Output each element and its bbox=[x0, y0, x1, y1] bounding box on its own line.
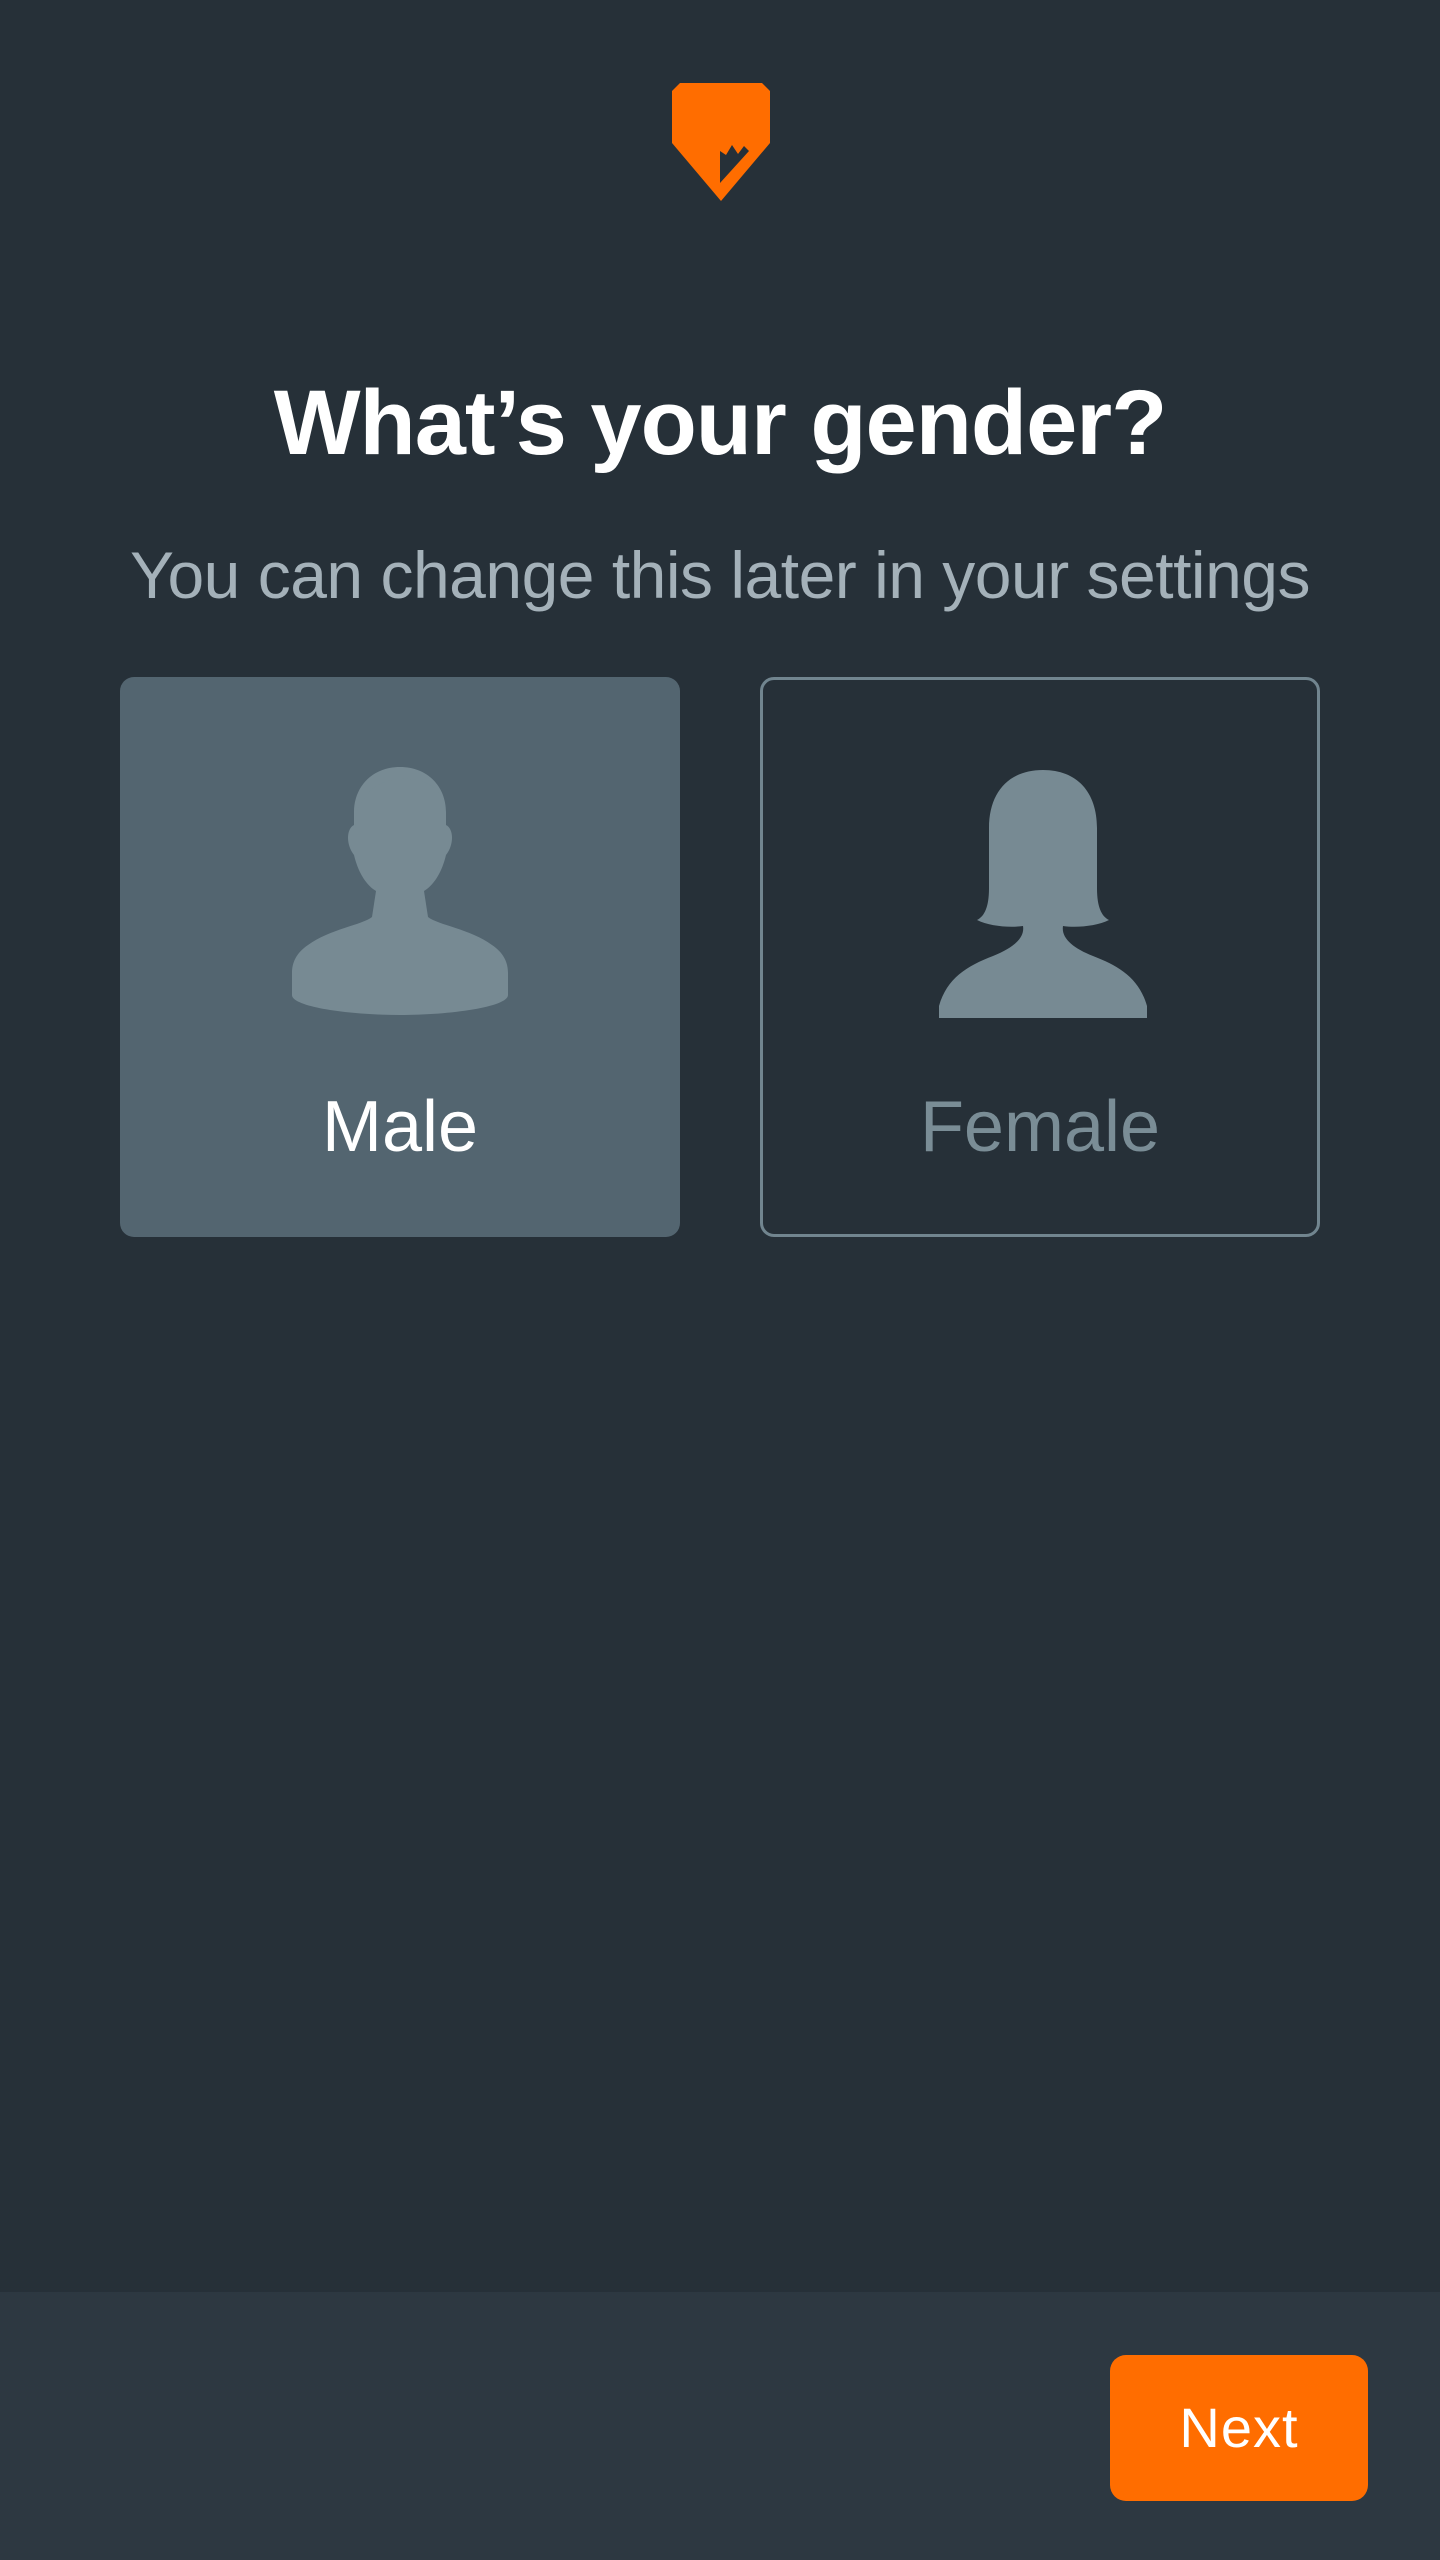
app-logo-icon bbox=[672, 83, 770, 201]
page-subtitle: You can change this later in your settin… bbox=[130, 538, 1311, 612]
male-avatar-icon bbox=[292, 767, 508, 1015]
gender-option-female[interactable]: Female bbox=[760, 677, 1320, 1237]
footer-bar: Next bbox=[0, 2292, 1440, 2560]
gender-option-male-label: Male bbox=[321, 1087, 479, 1167]
page-title: What’s your gender? bbox=[273, 372, 1168, 474]
female-avatar-icon bbox=[939, 770, 1147, 1018]
gender-option-female-label: Female bbox=[919, 1087, 1161, 1167]
gender-option-male[interactable]: Male bbox=[120, 677, 680, 1237]
next-button[interactable]: Next bbox=[1110, 2355, 1368, 2501]
